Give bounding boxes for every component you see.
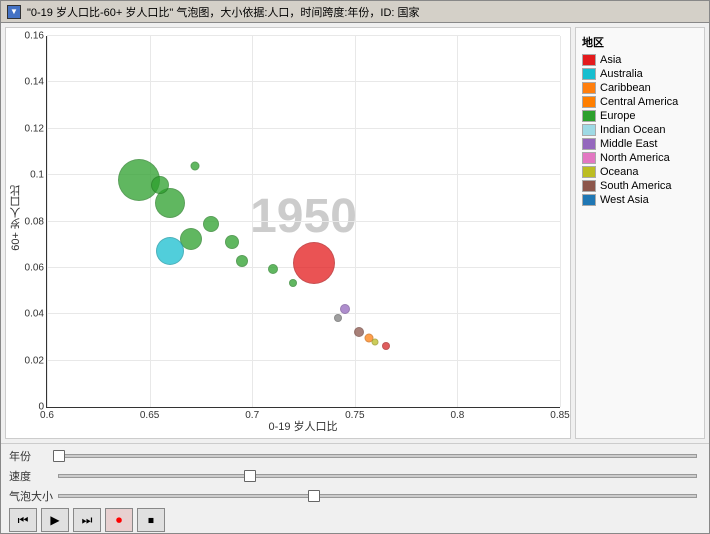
year-slider-thumb[interactable] xyxy=(53,450,65,462)
legend-color-swatch xyxy=(582,54,596,66)
main-content: 60+ 岁人口比 1950 xyxy=(1,23,709,443)
legend-color-swatch xyxy=(582,152,596,164)
y-tick-002: 0.02 xyxy=(25,355,47,366)
bubble-17[interactable] xyxy=(382,342,390,350)
size-control-row: 气泡大小 xyxy=(9,488,701,504)
y-tick-006: 0.06 xyxy=(25,262,47,273)
bubble-4[interactable] xyxy=(151,176,169,194)
y-tick-010: 0.1 xyxy=(30,170,47,181)
forward-button[interactable]: ⏭ xyxy=(73,508,101,532)
legend-item-label: Middle East xyxy=(600,138,657,150)
year-control-row: 年份 xyxy=(9,448,701,464)
y-tick-014: 0.14 xyxy=(25,77,47,88)
legend-item-south-america: South America xyxy=(582,180,698,192)
record-button[interactable]: ⏺ xyxy=(105,508,133,532)
legend-color-swatch xyxy=(582,138,596,150)
y-tick-012: 0.12 xyxy=(25,123,47,134)
legend-item-oceana: Oceana xyxy=(582,166,698,178)
legend-item-caribbean: Caribbean xyxy=(582,82,698,94)
legend-item-label: Europe xyxy=(600,110,635,122)
legend-item-label: West Asia xyxy=(600,194,649,206)
legend-color-swatch xyxy=(582,166,596,178)
controls-panel: 年份 速度 气泡大小 ⏮ ▶ ⏭ ⏺ ⏹ xyxy=(1,443,709,533)
bubble-9[interactable] xyxy=(268,264,278,274)
year-label: 1950 xyxy=(250,189,357,244)
bubble-10[interactable] xyxy=(289,279,297,287)
bubble-16[interactable] xyxy=(372,339,379,346)
legend-item-label: Oceana xyxy=(600,166,639,178)
legend-color-swatch xyxy=(582,68,596,80)
legend-color-swatch xyxy=(582,82,596,94)
title-bar: ▼ "0-19 岁人口比-60+ 岁人口比" 气泡图，大小依据:人口，时间跨度:… xyxy=(1,1,709,23)
bubble-11[interactable] xyxy=(293,242,335,284)
y-axis-label: 60+ 岁人口比 xyxy=(8,185,24,251)
bubble-6[interactable] xyxy=(203,216,219,232)
chart-inner: 60+ 岁人口比 1950 xyxy=(6,28,570,438)
bubble-7[interactable] xyxy=(225,235,239,249)
bubble-5[interactable] xyxy=(190,162,199,171)
bubble-14[interactable] xyxy=(354,327,364,337)
chart-plot: 1950 xyxy=(46,36,560,408)
legend-item-label: Asia xyxy=(600,54,621,66)
legend-item-label: Caribbean xyxy=(600,82,651,94)
speed-control-row: 速度 xyxy=(9,468,701,484)
legend-title: 地区 xyxy=(582,34,698,50)
year-slider[interactable] xyxy=(58,454,697,458)
bubble-13[interactable] xyxy=(334,314,342,322)
y-tick-016: 0.16 xyxy=(25,31,47,42)
legend-item-label: Australia xyxy=(600,68,643,80)
legend-item-west-asia: West Asia xyxy=(582,194,698,206)
legend-item-label: North America xyxy=(600,152,670,164)
speed-label: 速度 xyxy=(9,468,54,484)
x-axis-label: 0-19 岁人口比 xyxy=(268,421,337,433)
legend-item-label: South America xyxy=(600,180,672,192)
legend-item-europe: Europe xyxy=(582,110,698,122)
legend-item-label: Indian Ocean xyxy=(600,124,665,136)
play-button[interactable]: ▶ xyxy=(41,508,69,532)
chart-area: 60+ 岁人口比 1950 xyxy=(5,27,571,439)
bubble-8[interactable] xyxy=(236,255,248,267)
y-tick-008: 0.08 xyxy=(25,216,47,227)
legend-item-label: Central America xyxy=(600,96,678,108)
legend-item-asia: Asia xyxy=(582,54,698,66)
legend-item-australia: Australia xyxy=(582,68,698,80)
legend: 地区 Asia Australia Caribbean Central Amer… xyxy=(575,27,705,439)
legend-item-central-america: Central America xyxy=(582,96,698,108)
speed-slider-thumb[interactable] xyxy=(244,470,256,482)
legend-items: Asia Australia Caribbean Central America… xyxy=(582,54,698,206)
bubble-12[interactable] xyxy=(340,304,350,314)
year-label: 年份 xyxy=(9,448,54,464)
legend-item-north-america: North America xyxy=(582,152,698,164)
main-window: ▼ "0-19 岁人口比-60+ 岁人口比" 气泡图，大小依据:人口，时间跨度:… xyxy=(0,0,710,534)
bubble-3[interactable] xyxy=(156,237,184,265)
window-icon: ▼ xyxy=(7,5,21,19)
speed-slider[interactable] xyxy=(58,474,697,478)
y-tick-004: 0.04 xyxy=(25,309,47,320)
window-title: "0-19 岁人口比-60+ 岁人口比" 气泡图，大小依据:人口，时间跨度:年份… xyxy=(27,4,703,20)
playback-controls: ⏮ ▶ ⏭ ⏺ ⏹ xyxy=(9,508,701,532)
legend-color-swatch xyxy=(582,124,596,136)
legend-color-swatch xyxy=(582,194,596,206)
size-slider-thumb[interactable] xyxy=(308,490,320,502)
size-slider[interactable] xyxy=(58,494,697,498)
rewind-button[interactable]: ⏮ xyxy=(9,508,37,532)
legend-item-indian-ocean: Indian Ocean xyxy=(582,124,698,136)
legend-color-swatch xyxy=(582,110,596,122)
legend-item-middle-east: Middle East xyxy=(582,138,698,150)
legend-color-swatch xyxy=(582,96,596,108)
stop-button[interactable]: ⏹ xyxy=(137,508,165,532)
size-label: 气泡大小 xyxy=(9,488,54,504)
legend-color-swatch xyxy=(582,180,596,192)
